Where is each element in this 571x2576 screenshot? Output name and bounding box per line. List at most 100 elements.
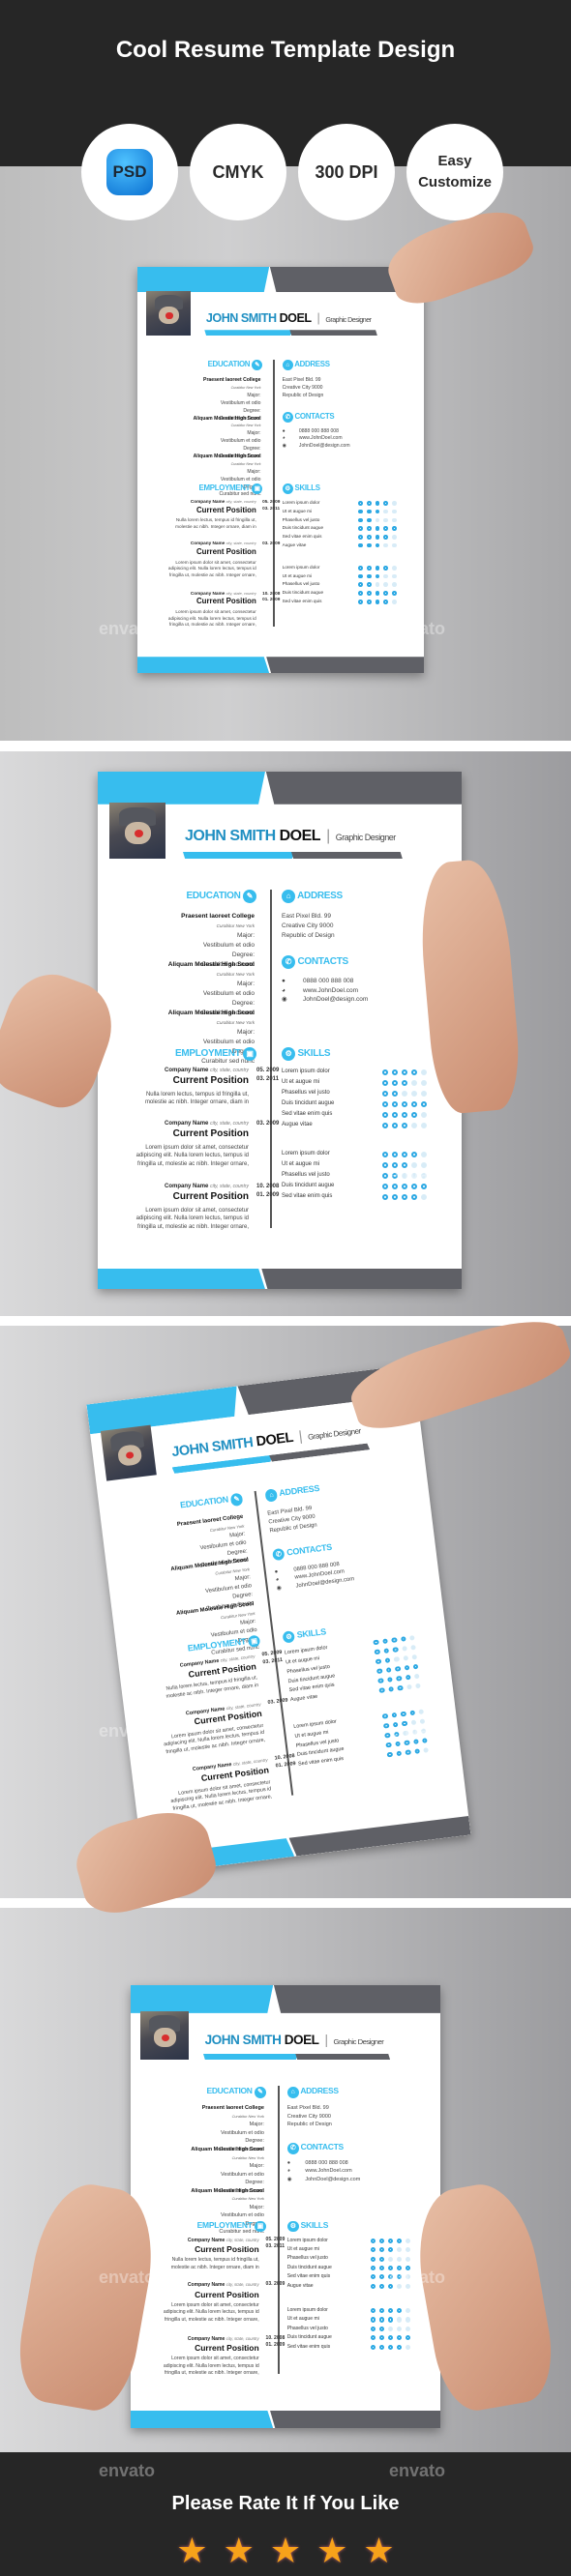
last-name: DOEL [279, 310, 312, 325]
contact-list: ● 0888 000 888 008 ◕ www.JohnDoel.com ◉ JohnD… [282, 977, 368, 1005]
skill-dot [370, 2238, 376, 2243]
company-name: Company Name [190, 590, 225, 596]
feature-badges: PSD CMYK 300 DPI Easy Customize [0, 124, 571, 230]
company-line: Company Name city, state, country [161, 499, 256, 506]
skill-rating [367, 2256, 411, 2262]
skill-dot [370, 2256, 376, 2262]
contact-value[interactable]: 0888 000 888 008 [303, 978, 353, 984]
skill-row: Phasellus vel justo [282, 1088, 427, 1098]
contact-value[interactable]: JohnDoel@design.com [299, 443, 350, 449]
contacts-title: CONTACTS [294, 411, 335, 421]
position-title: Current Position [172, 1127, 249, 1139]
skill-dot [405, 1748, 411, 1756]
name-separator: | [316, 310, 320, 325]
skill-dot [386, 1676, 393, 1683]
gears-icon: ⚙ [282, 1629, 296, 1644]
contacts-heading: ✆ CONTACTS [282, 411, 335, 423]
major-line: Major: Vestibulum et odio [191, 2162, 264, 2179]
badge-300dpi: 300 DPI [298, 124, 395, 220]
contact-item: ◉ JohnDoel@design.com [282, 995, 368, 1005]
skill-dot [397, 2308, 403, 2314]
employment-entry: Company Name city, state, country Curren… [127, 1183, 280, 1231]
education-title: EDUCATION [206, 2085, 253, 2095]
skill-dot [392, 1090, 398, 1097]
contact-value[interactable]: JohnDoel@design.com [305, 2177, 360, 2182]
header-stripe-gray [265, 772, 462, 805]
job-title: Graphic Designer [333, 2037, 384, 2047]
last-name: DOEL [284, 2033, 319, 2048]
company-line: Company Name city, state, country [156, 2237, 259, 2244]
skill-dot [411, 1193, 417, 1200]
skill-dot [413, 1673, 420, 1680]
skill-row: Ut et augue mi [282, 1077, 427, 1088]
skill-name: Sed vitae enim quis [286, 2273, 331, 2280]
skill-dot [402, 1193, 407, 1200]
envato-watermark: envato [389, 1165, 446, 1185]
skill-row: Lorem ipsum dolor [283, 499, 397, 508]
company-location: city, state, country [225, 499, 256, 505]
phone-icon: ● [286, 2160, 291, 2167]
star-icon[interactable]: ★ [363, 2533, 394, 2568]
company-line: Company Name city, state, country [161, 591, 256, 598]
header-stripe-gray [273, 1985, 440, 2013]
skill-row: Duis tincidunt augue [282, 1098, 427, 1109]
resume-mockup-2: JOHN SMITH DOEL | Graphic Designer EDUCATIO… [98, 772, 462, 1289]
skill-name: Ut et augue mi [286, 2246, 319, 2252]
skill-dot [421, 1122, 427, 1128]
skill-name: Duis tincidunt augue [286, 2334, 332, 2341]
skill-dot [402, 1068, 407, 1075]
major-label: Major: [236, 1029, 255, 1036]
job-title: Graphic Designer [325, 315, 372, 324]
mail-icon: ◉ [276, 1585, 283, 1592]
major-label: Major: [247, 392, 261, 398]
resume-name: JOHN SMITH DOEL | Graphic Designer [205, 2033, 384, 2047]
skill-dot [400, 1636, 406, 1643]
contacts-title: CONTACTS [286, 1541, 333, 1558]
position-title: Current Position [195, 505, 256, 514]
phone-icon: ✆ [282, 411, 293, 423]
skill-dot [375, 534, 380, 540]
name-separator: | [326, 828, 330, 844]
school-name: Aliquam Molestie High Scool [193, 453, 261, 459]
skill-rating [383, 1746, 430, 1758]
degree-label: Degree: [245, 2138, 264, 2145]
contact-value[interactable]: 0888 000 888 008 [305, 2160, 347, 2166]
company-location: city, state, country [225, 541, 256, 546]
contact-value[interactable]: JohnDoel@design.com [303, 996, 368, 1003]
education-heading: EDUCATION ✎ [187, 890, 256, 903]
skill-name: Phasellus vel justo [286, 2325, 328, 2331]
envato-watermark: envato [389, 619, 446, 638]
contact-value[interactable]: 0888 000 888 008 [299, 428, 339, 434]
skill-dot [366, 509, 372, 514]
skill-dot [358, 501, 363, 506]
major-value: Vestibulum et odio [202, 942, 255, 949]
skill-dot [386, 1751, 393, 1758]
briefcase-icon: ▣ [254, 2220, 266, 2233]
major-label: Major: [249, 2122, 264, 2128]
contact-value[interactable]: www.JohnDoel.com [303, 987, 358, 994]
address-line: East Pixel Bld. 99 [282, 377, 321, 384]
skill-dot [383, 501, 388, 506]
job-description: Nulla lorem lectus, tempus id fringilla … [175, 517, 256, 529]
first-name: JOHN SMITH [170, 1435, 255, 1461]
column-divider [270, 890, 272, 1228]
skill-rating [378, 1111, 427, 1118]
star-icon[interactable]: ★ [176, 2533, 207, 2568]
star-icon[interactable]: ★ [316, 2533, 347, 2568]
contact-value[interactable]: www.JohnDoel.com [299, 435, 343, 441]
skill-dot [379, 2344, 385, 2350]
skill-rating [354, 526, 397, 531]
star-icon[interactable]: ★ [270, 2533, 301, 2568]
page-title: Cool Resume Template Design [115, 37, 456, 63]
major-label: Major: [247, 468, 261, 475]
skill-dot [382, 1638, 389, 1645]
skill-dot [374, 1649, 380, 1655]
skill-dot [410, 1644, 417, 1651]
school-name: Aliquam Molestie High Scool [191, 2187, 264, 2194]
skill-name: Sed vitae enim quis [282, 598, 322, 603]
skill-dot [382, 1122, 388, 1128]
skill-dot [411, 1151, 417, 1157]
star-icon[interactable]: ★ [224, 2533, 255, 2568]
contact-value[interactable]: www.JohnDoel.com [305, 2168, 351, 2174]
skill-name: Sed vitae enim quis [282, 1111, 333, 1117]
